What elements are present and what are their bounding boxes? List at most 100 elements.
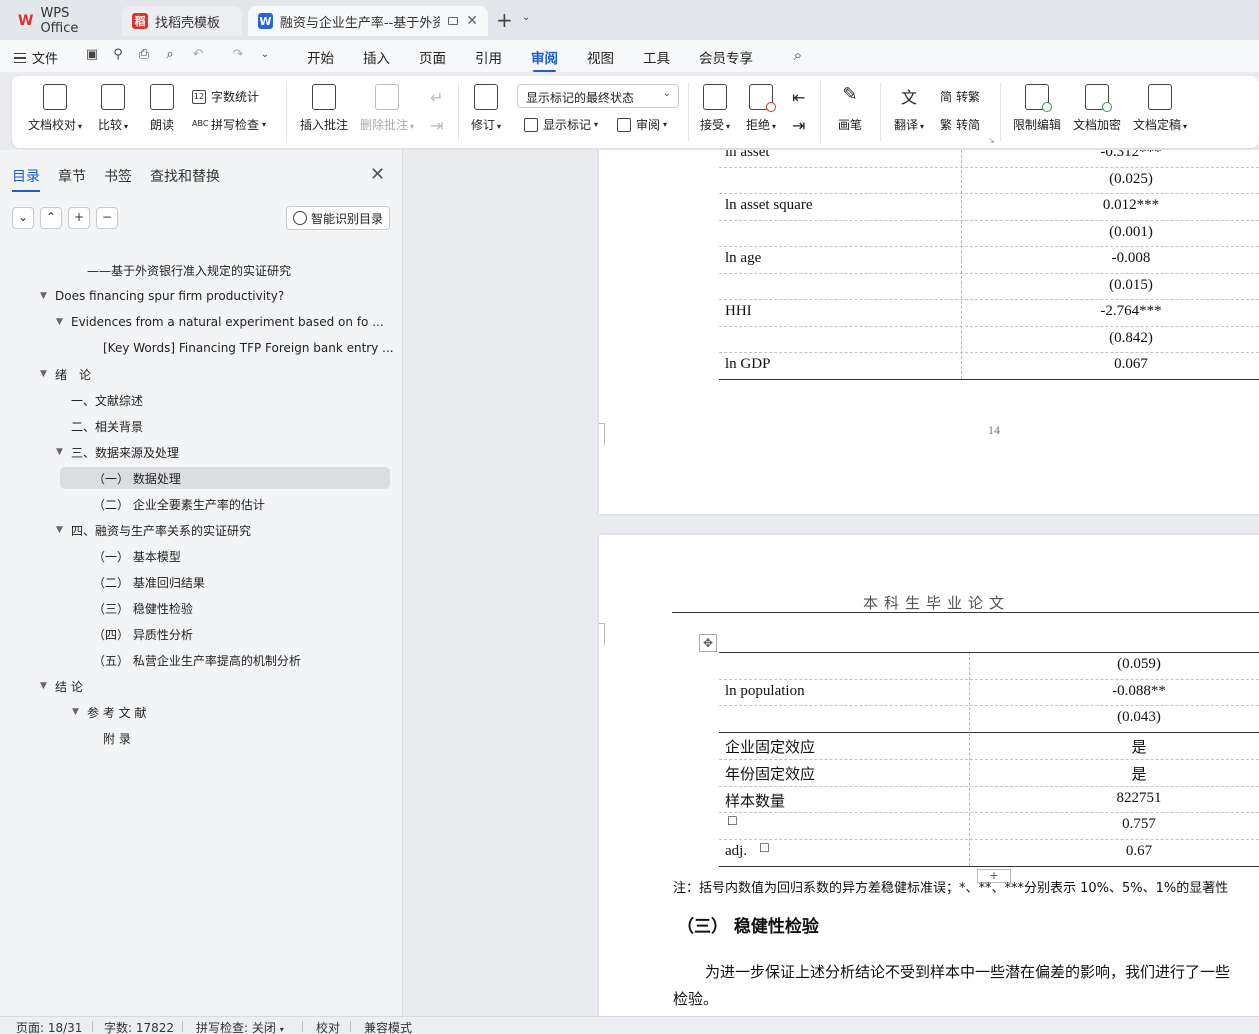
expand-all-button[interactable]: ⌃	[40, 207, 62, 229]
expand-triangle-icon[interactable]: ▼	[40, 291, 47, 301]
expand-triangle-icon[interactable]: ▼	[40, 369, 47, 379]
comment-marker-icon[interactable]: ☐	[727, 814, 738, 828]
word-count-icon: 12	[192, 89, 206, 104]
close-icon[interactable]: ✕	[466, 13, 478, 29]
tab-view[interactable]: 视图	[587, 47, 614, 67]
save-icon[interactable]: ▣	[84, 47, 100, 63]
table-move-icon[interactable]: ✥	[699, 634, 717, 652]
reject-button[interactable]: 拒绝 ▾	[746, 84, 776, 133]
page-indicator[interactable]: 页面: 18/31	[16, 1019, 82, 1034]
next-comment-icon[interactable]: ⇥	[430, 116, 443, 135]
toc-item[interactable]: ▼ 三、数据来源及处理	[0, 441, 403, 463]
encrypt-button[interactable]: 文档加密	[1073, 84, 1121, 133]
toc-item[interactable]: ——基于外资银行准入规定的实证研究	[0, 259, 403, 281]
revise-button[interactable]: 修订 ▾	[471, 84, 501, 133]
file-menu[interactable]: 文件	[14, 48, 58, 67]
toc-item[interactable]: （二） 企业全要素生产率的估计	[0, 493, 403, 515]
undo-icon[interactable]: ↶	[190, 47, 206, 63]
expand-triangle-icon[interactable]: ▼	[56, 317, 63, 327]
monitor-icon[interactable]	[447, 17, 459, 25]
show-markup-button[interactable]: 显示标记 ▾	[524, 116, 598, 133]
insert-comment-button[interactable]: 插入批注	[300, 84, 348, 133]
previous-comment-icon[interactable]: ↵	[430, 88, 443, 107]
tab-sections[interactable]: 章节	[58, 166, 86, 186]
word-count-indicator[interactable]: 字数: 17822	[104, 1019, 174, 1034]
print-icon[interactable]: ⎙	[136, 47, 152, 63]
tab-toc[interactable]: 目录	[12, 166, 40, 192]
toc-item[interactable]: （四） 异质性分析	[0, 623, 403, 645]
toc-item[interactable]: [Key Words] Financing TFP Foreign bank e…	[0, 337, 403, 359]
toc-item[interactable]: ▼ 参 考 文 献	[0, 701, 403, 723]
toc-item[interactable]: （一） 基本模型	[0, 545, 403, 567]
next-revision-icon[interactable]: ⇥	[792, 116, 805, 135]
tab-insert[interactable]: 插入	[363, 47, 390, 67]
toc-item-label: ——基于外资银行准入规定的实证研究	[87, 263, 292, 278]
share-icon[interactable]: ⚲	[110, 47, 126, 63]
document-canvas[interactable]: ln asset -0.312*** (0.025) ln asset square 0…	[404, 150, 1259, 1016]
to-traditional-button[interactable]: 简 转繁	[940, 88, 980, 105]
coefficient-value: (0.025)	[1109, 170, 1153, 187]
expand-triangle-icon[interactable]: ▼	[56, 525, 63, 535]
finalize-button[interactable]: 文档定稿 ▾	[1133, 84, 1187, 133]
chevron-down-icon[interactable]: ⌄	[522, 12, 530, 23]
toc-item[interactable]: 二、相关背景	[0, 415, 403, 437]
spell-check-indicator[interactable]: 拼写检查: 关闭 ▾	[196, 1019, 284, 1034]
toc-item[interactable]: （三） 稳健性检验	[0, 597, 403, 619]
tab-tools[interactable]: 工具	[643, 47, 670, 67]
expand-triangle-icon[interactable]: ▼	[40, 681, 47, 691]
to-simplified-button[interactable]: 繁 转简	[940, 116, 980, 133]
compare-button[interactable]: 比较 ▾	[98, 84, 128, 133]
read-aloud-button[interactable]: 朗读	[150, 84, 174, 133]
tab-find-replace[interactable]: 查找和替换	[150, 166, 220, 186]
restrict-edit-button[interactable]: 限制编辑	[1013, 84, 1061, 133]
doc-check-button[interactable]: 文档校对 ▾	[28, 84, 82, 133]
divider	[302, 1021, 303, 1032]
tab-current-document[interactable]: W 融资与企业生产率--基于外资银 ✕	[248, 6, 488, 36]
new-tab-icon[interactable]: +	[496, 8, 513, 32]
redo-icon[interactable]: ↷	[230, 47, 246, 63]
remove-heading-button[interactable]: −	[96, 207, 118, 229]
toc-item[interactable]: ▼ 结 论	[0, 675, 403, 697]
toc-item[interactable]: ▼ Does financing spur firm productivity?	[0, 285, 403, 307]
tab-home[interactable]: 开始	[307, 47, 334, 67]
toc-item[interactable]: 附 录	[0, 727, 403, 749]
print-preview-icon[interactable]: ⌕	[162, 47, 178, 63]
word-count-label: 字数统计	[211, 90, 260, 104]
toc-item[interactable]: ▼ 绪 论	[0, 363, 403, 385]
expand-triangle-icon[interactable]: ▼	[72, 707, 79, 717]
delete-comment-button[interactable]: 删除批注 ▾	[360, 84, 414, 133]
previous-revision-icon[interactable]: ⇤	[792, 88, 805, 107]
markup-state-select[interactable]: 显示标记的最终状态 ⌄	[517, 84, 679, 108]
pen-button[interactable]: ✎ 画笔	[838, 84, 862, 133]
tab-docer-templates[interactable]: 稻 找稻壳模板	[122, 6, 242, 36]
tab-bookmarks[interactable]: 书签	[104, 166, 132, 186]
translate-button[interactable]: 文 翻译 ▾	[894, 84, 924, 133]
toc-item[interactable]: ▼ 四、融资与生产率关系的实证研究	[0, 519, 403, 541]
tab-page[interactable]: 页面	[419, 47, 446, 67]
running-header: 本科生毕业论文	[863, 596, 1011, 612]
comment-marker-icon[interactable]: ☐	[759, 841, 770, 855]
close-icon[interactable]: ✕	[370, 164, 385, 185]
expand-group-icon[interactable]: ↘	[988, 136, 995, 145]
smart-toc-button[interactable]: 智能识别目录	[286, 206, 390, 230]
divider	[286, 82, 287, 142]
review-pane-button[interactable]: 审阅 ▾	[617, 116, 667, 133]
word-count-button[interactable]: 12 字数统计	[192, 88, 259, 105]
tab-reference[interactable]: 引用	[475, 47, 502, 67]
toc-item[interactable]: （五） 私营企业生产率提高的机制分析	[0, 649, 403, 671]
toc-item[interactable]: ▼ Evidences from a natural experiment bas…	[0, 311, 403, 333]
proofread-indicator[interactable]: 校对	[316, 1019, 340, 1034]
tab-review[interactable]: 审阅	[531, 47, 558, 72]
spell-check-button[interactable]: ABC 拼写检查 ▾	[192, 116, 266, 133]
search-icon[interactable]: ⌕	[790, 47, 806, 63]
accept-button[interactable]: 接受 ▾	[700, 84, 730, 133]
chevron-down-icon[interactable]: ⌄	[257, 47, 273, 63]
toc-item[interactable]: （一） 数据处理	[60, 467, 390, 489]
tab-membership[interactable]: 会员专享	[699, 47, 753, 67]
toc-item[interactable]: 一、文献综述	[0, 389, 403, 411]
toc-item[interactable]: （二） 基准回归结果	[0, 571, 403, 593]
expand-triangle-icon[interactable]: ▼	[56, 447, 63, 457]
add-heading-button[interactable]: +	[68, 207, 90, 229]
collapse-all-button[interactable]: ⌄	[12, 207, 34, 229]
tab-wps-office[interactable]: W WPS Office	[8, 6, 118, 36]
